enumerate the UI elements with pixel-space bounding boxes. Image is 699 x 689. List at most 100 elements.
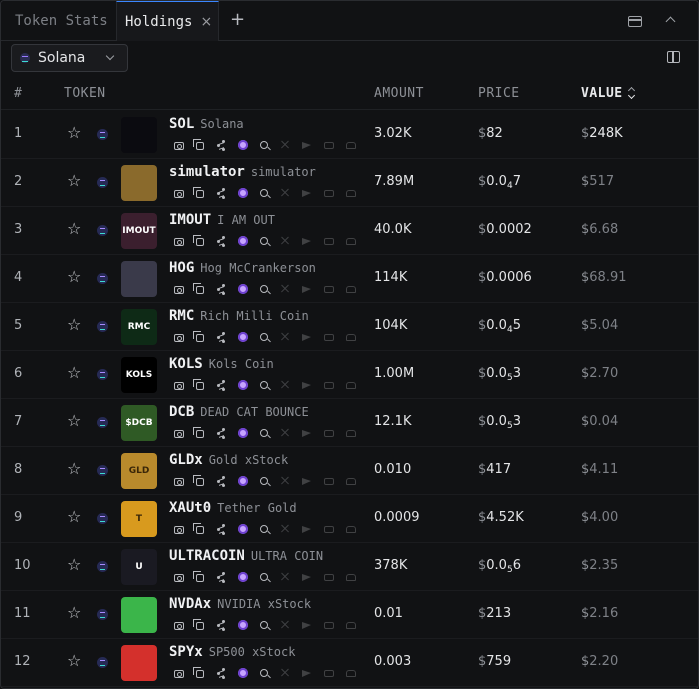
columns-toggle-icon[interactable]	[667, 51, 680, 63]
share-icon[interactable]	[216, 380, 226, 390]
search-icon[interactable]	[260, 141, 268, 149]
collapse-chevron-icon[interactable]	[665, 16, 676, 27]
token-logo[interactable]	[121, 261, 157, 297]
token-symbol[interactable]: XAUt0 Tether Gold	[169, 500, 297, 516]
search-icon[interactable]	[260, 333, 268, 341]
token-logo[interactable]: $DCB	[121, 405, 157, 441]
token-symbol[interactable]: ULTRACOIN ULTRA COIN	[169, 548, 323, 564]
share-icon[interactable]	[216, 140, 226, 150]
copy-icon[interactable]	[193, 187, 204, 198]
header-price[interactable]: PRICE	[478, 86, 520, 101]
star-icon[interactable]: ☆	[67, 173, 81, 189]
star-icon[interactable]: ☆	[67, 365, 81, 381]
copy-icon[interactable]	[193, 139, 204, 150]
token-symbol[interactable]: SOL Solana	[169, 116, 244, 132]
camera-icon[interactable]	[174, 382, 184, 390]
token-symbol[interactable]: NVDAx NVIDIA xStock	[169, 596, 311, 612]
share-icon[interactable]	[216, 332, 226, 342]
copy-icon[interactable]	[193, 331, 204, 342]
token-symbol[interactable]: simulator simulator	[169, 164, 316, 180]
share-icon[interactable]	[216, 284, 226, 294]
share-icon[interactable]	[216, 524, 226, 534]
star-icon[interactable]: ☆	[67, 317, 81, 333]
pump-icon[interactable]	[238, 332, 248, 342]
tab-holdings[interactable]: Holdings ×	[116, 1, 219, 41]
token-logo[interactable]	[121, 117, 157, 153]
star-icon[interactable]: ☆	[67, 509, 81, 525]
pump-icon[interactable]	[238, 572, 248, 582]
token-logo[interactable]	[121, 165, 157, 201]
copy-icon[interactable]	[193, 235, 204, 246]
table-row[interactable]: 3 ☆ IMOUT IMOUT I AM OUT 40.0K $0.0002 $6.68	[1, 207, 698, 255]
search-icon[interactable]	[260, 525, 268, 533]
camera-icon[interactable]	[174, 334, 184, 342]
token-logo[interactable]: GLD	[121, 453, 157, 489]
pump-icon[interactable]	[238, 620, 248, 630]
search-icon[interactable]	[260, 237, 268, 245]
copy-icon[interactable]	[193, 571, 204, 582]
table-row[interactable]: 5 ☆ RMC RMC Rich Milli Coin 104K $0.045 $5.04	[1, 303, 698, 351]
token-logo[interactable]: IMOUT	[121, 213, 157, 249]
pump-icon[interactable]	[238, 476, 248, 486]
token-symbol[interactable]: KOLS Kols Coin	[169, 356, 274, 372]
camera-icon[interactable]	[174, 478, 184, 486]
share-icon[interactable]	[216, 572, 226, 582]
table-row[interactable]: 7 ☆ $DCB DCB DEAD CAT BOUNCE 12.1K $0.053 $0.04	[1, 399, 698, 447]
pump-icon[interactable]	[238, 188, 248, 198]
star-icon[interactable]: ☆	[67, 557, 81, 573]
search-icon[interactable]	[260, 381, 268, 389]
copy-icon[interactable]	[193, 523, 204, 534]
search-icon[interactable]	[260, 285, 268, 293]
copy-icon[interactable]	[193, 379, 204, 390]
camera-icon[interactable]	[174, 238, 184, 246]
copy-icon[interactable]	[193, 283, 204, 294]
copy-icon[interactable]	[193, 667, 204, 678]
table-row[interactable]: 1 ☆ SOL Solana 3.02K $82 $248K	[1, 111, 698, 159]
table-row[interactable]: 2 ☆ simulator simulator 7.89M $0.047 $517	[1, 159, 698, 207]
pump-icon[interactable]	[238, 140, 248, 150]
token-symbol[interactable]: SPYx SP500 xStock	[169, 644, 295, 660]
share-icon[interactable]	[216, 620, 226, 630]
pump-icon[interactable]	[238, 284, 248, 294]
token-logo[interactable]: U	[121, 549, 157, 585]
copy-icon[interactable]	[193, 475, 204, 486]
share-icon[interactable]	[216, 188, 226, 198]
search-icon[interactable]	[260, 573, 268, 581]
share-icon[interactable]	[216, 476, 226, 486]
star-icon[interactable]: ☆	[67, 653, 81, 669]
star-icon[interactable]: ☆	[67, 221, 81, 237]
chain-select[interactable]: Solana	[11, 44, 128, 72]
token-logo[interactable]: KOLS	[121, 357, 157, 393]
table-row[interactable]: 8 ☆ GLD GLDx Gold xStock 0.010 $417 $4.11	[1, 447, 698, 495]
share-icon[interactable]	[216, 428, 226, 438]
camera-icon[interactable]	[174, 526, 184, 534]
star-icon[interactable]: ☆	[67, 461, 81, 477]
token-symbol[interactable]: GLDx Gold xStock	[169, 452, 288, 468]
camera-icon[interactable]	[174, 622, 184, 630]
camera-icon[interactable]	[174, 430, 184, 438]
copy-icon[interactable]	[193, 427, 204, 438]
search-icon[interactable]	[260, 429, 268, 437]
token-symbol[interactable]: HOG Hog McCrankerson	[169, 260, 316, 276]
pump-icon[interactable]	[238, 380, 248, 390]
table-row[interactable]: 6 ☆ KOLS KOLS Kols Coin 1.00M $0.053 $2.70	[1, 351, 698, 399]
header-value[interactable]: VALUE	[581, 86, 636, 101]
token-logo[interactable]	[121, 597, 157, 633]
table-row[interactable]: 10 ☆ U ULTRACOIN ULTRA COIN 378K $0.056 $2.35	[1, 543, 698, 591]
pump-icon[interactable]	[238, 428, 248, 438]
star-icon[interactable]: ☆	[67, 413, 81, 429]
search-icon[interactable]	[260, 669, 268, 677]
camera-icon[interactable]	[174, 190, 184, 198]
token-symbol[interactable]: IMOUT I AM OUT	[169, 212, 275, 228]
token-logo[interactable]	[121, 645, 157, 681]
tab-token-stats[interactable]: Token Stats	[15, 1, 108, 41]
table-row[interactable]: 12 ☆ SPYx SP500 xStock 0.003 $759 $2.20	[1, 639, 698, 687]
close-tab-icon[interactable]: ×	[200, 14, 212, 30]
token-symbol[interactable]: DCB DEAD CAT BOUNCE	[169, 404, 309, 420]
star-icon[interactable]: ☆	[67, 605, 81, 621]
star-icon[interactable]: ☆	[67, 125, 81, 141]
table-row[interactable]: 4 ☆ HOG Hog McCrankerson 114K $0.0006 $68.91	[1, 255, 698, 303]
table-row[interactable]: 11 ☆ NVDAx NVIDIA xStock 0.01 $213 $2.16	[1, 591, 698, 639]
pump-icon[interactable]	[238, 668, 248, 678]
add-tab-button[interactable]: +	[230, 11, 245, 29]
